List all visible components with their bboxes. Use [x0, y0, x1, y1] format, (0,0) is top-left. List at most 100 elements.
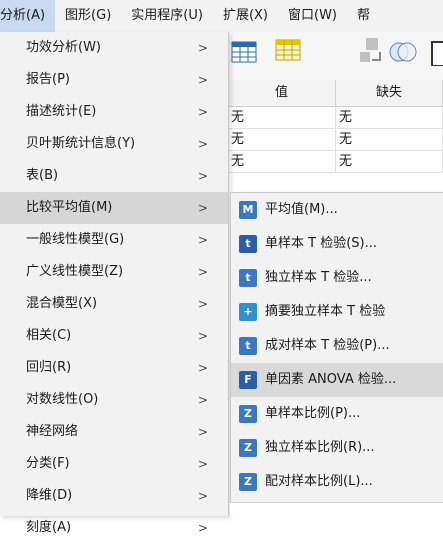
submenu-arrow-icon: >	[198, 41, 209, 55]
submenu-item-paired-samples-proportions[interactable]: Z 配对样本比例(L)...	[231, 465, 443, 499]
menu-item-label: 相关(C)	[26, 328, 72, 343]
partial-toolbar-icon[interactable]	[428, 36, 443, 66]
column-header-value[interactable]: 值	[228, 80, 336, 106]
submenu-item-independent-samples-proportions[interactable]: Z 独立样本比例(R)...	[231, 431, 443, 465]
menu-item-label: 刻度(A)	[26, 520, 72, 535]
submenu-arrow-icon: >	[198, 425, 209, 439]
menu-item-compare-means[interactable]: 比较平均值(M) >	[0, 192, 228, 224]
submenu-arrow-icon: >	[198, 201, 209, 215]
menu-analyze[interactable]: 分析(A)	[0, 0, 56, 32]
grid-cell[interactable]: 无	[336, 107, 443, 128]
submenu-arrow-icon: >	[198, 105, 209, 119]
grid-cell[interactable]: 无	[228, 151, 336, 172]
menu-item-label: 比较平均值(M)	[26, 200, 113, 215]
menu-item-general-linear-model[interactable]: 一般线性模型(G) >	[0, 224, 228, 256]
submenu-item-label: 单样本比例(P)...	[265, 406, 361, 421]
toolbar	[228, 32, 443, 81]
menu-item-tables[interactable]: 表(B) >	[0, 160, 228, 192]
proportion-icon: Z	[239, 473, 257, 491]
compare-means-submenu: M 平均值(M)... t 单样本 T 检验(S)... t 独立样本 T 检验…	[230, 192, 443, 504]
menu-item-label: 分类(F)	[26, 456, 70, 471]
submenu-item-label: 独立样本 T 检验...	[265, 270, 372, 285]
menu-item-generalized-linear-models[interactable]: 广义线性模型(Z) >	[0, 256, 228, 288]
table-row[interactable]: 无 无	[228, 129, 443, 151]
submenu-item-label: 独立样本比例(R)...	[265, 440, 375, 455]
menu-item-bayesian-statistics[interactable]: 贝叶斯统计信息(Y) >	[0, 128, 228, 160]
grid-bottom-strip	[230, 502, 443, 517]
anova-icon: F	[239, 371, 257, 389]
table-row[interactable]: 无 无	[228, 151, 443, 173]
menu-item-reports[interactable]: 报告(P) >	[0, 64, 228, 96]
menu-item-correlate[interactable]: 相关(C) >	[0, 320, 228, 352]
menu-window[interactable]: 窗口(W)	[278, 0, 347, 32]
submenu-arrow-icon: >	[198, 265, 209, 279]
menu-item-label: 表(B)	[26, 168, 59, 183]
submenu-item-one-sample-t-test[interactable]: t 单样本 T 检验(S)...	[231, 227, 443, 261]
column-header-missing[interactable]: 缺失	[336, 80, 443, 106]
t-test-icon: t	[239, 269, 257, 287]
menu-item-label: 降维(D)	[26, 488, 73, 503]
grid-header: 值 缺失	[228, 80, 443, 107]
submenu-arrow-icon: >	[198, 361, 209, 375]
submenu-item-label: 单样本 T 检验(S)...	[265, 236, 377, 251]
submenu-item-one-way-anova[interactable]: F 单因素 ANOVA 检验...	[231, 363, 443, 397]
plus-icon: +	[239, 303, 257, 321]
menu-help[interactable]: 帮	[347, 0, 380, 32]
menu-item-label: 对数线性(O)	[26, 392, 99, 407]
submenu-item-label: 平均值(M)...	[265, 202, 338, 217]
proportion-icon: Z	[239, 439, 257, 457]
submenu-item-label: 配对样本比例(L)...	[265, 474, 373, 489]
pivot-table-icon[interactable]	[274, 36, 304, 66]
menubar: 分析(A) 图形(G) 实用程序(U) 扩展(X) 窗口(W) 帮	[0, 0, 443, 33]
submenu-item-summary-independent-t-test[interactable]: + 摘要独立样本 T 检验	[231, 295, 443, 329]
submenu-arrow-icon: >	[198, 457, 209, 471]
menu-item-power-analysis[interactable]: 功效分析(W) >	[0, 32, 228, 64]
menu-item-label: 报告(P)	[26, 72, 70, 87]
submenu-item-label: 单因素 ANOVA 检验...	[265, 372, 397, 387]
menu-utilities[interactable]: 实用程序(U)	[121, 0, 213, 32]
submenu-item-paired-samples-t-test[interactable]: t 成对样本 T 检验(P)...	[231, 329, 443, 363]
submenu-arrow-icon: >	[198, 521, 209, 535]
submenu-item-label: 成对样本 T 检验(P)...	[265, 338, 390, 353]
venn-icon[interactable]	[388, 36, 418, 66]
menu-item-label: 描述统计(E)	[26, 104, 97, 119]
table-row[interactable]: 无 无	[228, 107, 443, 129]
analyze-menu: 功效分析(W) > 报告(P) > 描述统计(E) > 贝叶斯统计信息(Y) > 表(B…	[0, 32, 229, 535]
submenu-arrow-icon: >	[198, 393, 209, 407]
submenu-arrow-icon: >	[198, 137, 209, 151]
menu-item-dimension-reduction[interactable]: 降维(D) >	[0, 480, 228, 512]
submenu-item-label: 摘要独立样本 T 检验	[265, 304, 386, 319]
menu-item-loglinear[interactable]: 对数线性(O) >	[0, 384, 228, 416]
menu-item-label: 神经网络	[26, 424, 79, 439]
t-test-icon: t	[239, 235, 257, 253]
menu-extensions[interactable]: 扩展(X)	[213, 0, 278, 32]
select-cases-icon[interactable]	[358, 36, 388, 66]
submenu-item-independent-samples-t-test[interactable]: t 独立样本 T 检验...	[231, 261, 443, 295]
submenu-arrow-icon: >	[198, 297, 209, 311]
submenu-item-means[interactable]: M 平均值(M)...	[231, 193, 443, 227]
menu-item-label: 功效分析(W)	[26, 40, 101, 55]
submenu-arrow-icon: >	[198, 169, 209, 183]
submenu-arrow-icon: >	[198, 489, 209, 503]
menu-item-mixed-models[interactable]: 混合模型(X) >	[0, 288, 228, 320]
menu-item-scale[interactable]: 刻度(A) >	[0, 512, 228, 544]
grid-cell[interactable]: 无	[336, 151, 443, 172]
menu-item-label: 广义线性模型(Z)	[26, 264, 124, 279]
menu-item-label: 回归(R)	[26, 360, 72, 375]
menu-item-classify[interactable]: 分类(F) >	[0, 448, 228, 480]
menu-item-neural-networks[interactable]: 神经网络 >	[0, 416, 228, 448]
menu-graphs[interactable]: 图形(G)	[55, 0, 121, 32]
grid-cell[interactable]: 无	[228, 129, 336, 150]
data-table-icon[interactable]	[230, 36, 260, 66]
submenu-item-one-sample-proportions[interactable]: Z 单样本比例(P)...	[231, 397, 443, 431]
grid-cell[interactable]: 无	[228, 107, 336, 128]
menu-item-regression[interactable]: 回归(R) >	[0, 352, 228, 384]
menu-item-label: 混合模型(X)	[26, 296, 98, 311]
grid-cell[interactable]: 无	[336, 129, 443, 150]
means-icon: M	[239, 201, 257, 219]
menu-item-descriptive-statistics[interactable]: 描述统计(E) >	[0, 96, 228, 128]
submenu-arrow-icon: >	[198, 329, 209, 343]
menu-item-label: 一般线性模型(G)	[26, 232, 125, 247]
data-grid: 值 缺失 无 无 无 无 无 无	[228, 80, 443, 192]
t-test-icon: t	[239, 337, 257, 355]
